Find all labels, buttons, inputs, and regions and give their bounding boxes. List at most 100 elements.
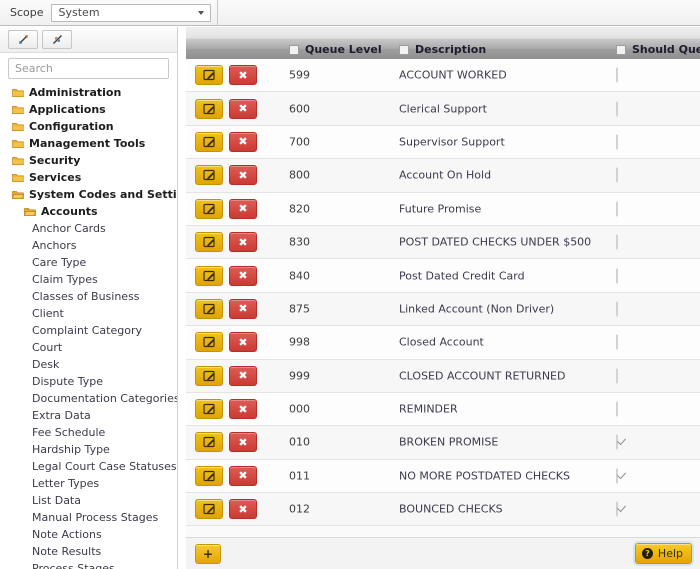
- edit-row-button[interactable]: [195, 499, 223, 519]
- expand-all-icon[interactable]: [8, 30, 38, 49]
- edit-row-button[interactable]: [195, 65, 223, 85]
- edit-row-button[interactable]: [195, 232, 223, 252]
- delete-row-button[interactable]: ✖: [229, 266, 257, 286]
- sidebar-item-complaint-category[interactable]: Complaint Category: [0, 322, 177, 339]
- help-button[interactable]: ? Help: [635, 543, 692, 564]
- sidebar-item-classes-of-business[interactable]: Classes of Business: [0, 288, 177, 305]
- delete-row-button[interactable]: ✖: [229, 165, 257, 185]
- table-row[interactable]: ✖999CLOSED ACCOUNT RETURNED: [186, 360, 700, 393]
- should-queue-checkbox[interactable]: [616, 101, 618, 116]
- should-queue-checkbox[interactable]: [616, 435, 618, 450]
- sidebar-item-administration[interactable]: Administration: [0, 84, 177, 101]
- should-queue-checkbox[interactable]: [616, 502, 618, 517]
- delete-x-icon: ✖: [238, 370, 247, 381]
- add-row-button[interactable]: +: [195, 544, 221, 564]
- should-queue-checkbox[interactable]: [616, 301, 618, 316]
- should-queue-checkbox[interactable]: [616, 335, 618, 350]
- sidebar-item-list-data[interactable]: List Data: [0, 492, 177, 509]
- table-row[interactable]: ✖830POST DATED CHECKS UNDER $500: [186, 226, 700, 259]
- sidebar-item-applications[interactable]: Applications: [0, 101, 177, 118]
- scope-dropdown[interactable]: System: [51, 4, 211, 22]
- select-all-checkbox-description[interactable]: [399, 45, 409, 55]
- edit-row-button[interactable]: [195, 399, 223, 419]
- edit-row-button[interactable]: [195, 99, 223, 119]
- search-input[interactable]: [8, 58, 169, 79]
- table-row[interactable]: ✖840Post Dated Credit Card: [186, 259, 700, 292]
- table-row[interactable]: ✖599ACCOUNT WORKED: [186, 59, 700, 92]
- sidebar-item-accounts[interactable]: Accounts: [0, 203, 177, 220]
- table-row[interactable]: ✖000REMINDER: [186, 393, 700, 426]
- delete-row-button[interactable]: ✖: [229, 366, 257, 386]
- column-header-description[interactable]: Description: [399, 39, 486, 60]
- sidebar-item-extra-data[interactable]: Extra Data: [0, 407, 177, 424]
- edit-row-button[interactable]: [195, 466, 223, 486]
- edit-row-button[interactable]: [195, 165, 223, 185]
- sidebar-item-note-results[interactable]: Note Results: [0, 543, 177, 560]
- edit-row-button[interactable]: [195, 132, 223, 152]
- table-row[interactable]: ✖998Closed Account: [186, 326, 700, 359]
- select-all-checkbox-should-queue[interactable]: [616, 45, 626, 55]
- delete-row-button[interactable]: ✖: [229, 132, 257, 152]
- should-queue-checkbox[interactable]: [616, 268, 618, 283]
- table-row[interactable]: ✖820Future Promise: [186, 193, 700, 226]
- sidebar-item-documentation-categories[interactable]: Documentation Categories: [0, 390, 177, 407]
- delete-row-button[interactable]: ✖: [229, 399, 257, 419]
- edit-row-button[interactable]: [195, 332, 223, 352]
- sidebar-item-services[interactable]: Services: [0, 169, 177, 186]
- sidebar-item-manual-process-stages[interactable]: Manual Process Stages: [0, 509, 177, 526]
- sidebar-item-claim-types[interactable]: Claim Types: [0, 271, 177, 288]
- sidebar-item-anchor-cards[interactable]: Anchor Cards: [0, 220, 177, 237]
- collapse-all-icon[interactable]: [42, 30, 72, 49]
- sidebar-item-process-stages[interactable]: Process Stages: [0, 560, 177, 569]
- sidebar-item-management-tools[interactable]: Management Tools: [0, 135, 177, 152]
- should-queue-checkbox[interactable]: [616, 402, 618, 417]
- delete-row-button[interactable]: ✖: [229, 232, 257, 252]
- table-row[interactable]: ✖700Supervisor Support: [186, 126, 700, 159]
- should-queue-checkbox[interactable]: [616, 168, 618, 183]
- delete-row-button[interactable]: ✖: [229, 332, 257, 352]
- sidebar-item-note-actions[interactable]: Note Actions: [0, 526, 177, 543]
- edit-row-button[interactable]: [195, 199, 223, 219]
- delete-row-button[interactable]: ✖: [229, 432, 257, 452]
- delete-row-button[interactable]: ✖: [229, 99, 257, 119]
- sidebar-item-hardship-type[interactable]: Hardship Type: [0, 441, 177, 458]
- delete-row-button[interactable]: ✖: [229, 299, 257, 319]
- column-header-should-queue[interactable]: Should Queue: [616, 39, 700, 60]
- table-row[interactable]: ✖012BOUNCED CHECKS: [186, 493, 700, 526]
- column-header-queue-level[interactable]: Queue Level: [289, 39, 382, 60]
- edit-row-button[interactable]: [195, 366, 223, 386]
- table-row[interactable]: ✖600Clerical Support: [186, 92, 700, 125]
- table-row[interactable]: ✖011NO MORE POSTDATED CHECKS: [186, 460, 700, 493]
- delete-row-button[interactable]: ✖: [229, 499, 257, 519]
- should-queue-checkbox[interactable]: [616, 201, 618, 216]
- delete-row-button[interactable]: ✖: [229, 466, 257, 486]
- sidebar-item-configuration[interactable]: Configuration: [0, 118, 177, 135]
- should-queue-checkbox[interactable]: [616, 235, 618, 250]
- delete-row-button[interactable]: ✖: [229, 65, 257, 85]
- sidebar-item-care-type[interactable]: Care Type: [0, 254, 177, 271]
- table-row[interactable]: ✖800Account On Hold: [186, 159, 700, 192]
- should-queue-checkbox[interactable]: [616, 468, 618, 483]
- sidebar-item-dispute-type[interactable]: Dispute Type: [0, 373, 177, 390]
- delete-x-icon: ✖: [238, 404, 247, 415]
- select-all-checkbox-queue-level[interactable]: [289, 45, 299, 55]
- sidebar-item-fee-schedule[interactable]: Fee Schedule: [0, 424, 177, 441]
- edit-row-button[interactable]: [195, 266, 223, 286]
- sidebar-item-client[interactable]: Client: [0, 305, 177, 322]
- sidebar-item-legal-court-case-statuses[interactable]: Legal Court Case Statuses: [0, 458, 177, 475]
- sidebar-item-system-codes-and-settings[interactable]: System Codes and Settings: [0, 186, 177, 203]
- table-row[interactable]: ✖010BROKEN PROMISE: [186, 426, 700, 459]
- sidebar-item-security[interactable]: Security: [0, 152, 177, 169]
- cell-description: BOUNCED CHECKS: [399, 503, 503, 516]
- sidebar-item-letter-types[interactable]: Letter Types: [0, 475, 177, 492]
- should-queue-checkbox[interactable]: [616, 134, 618, 149]
- edit-row-button[interactable]: [195, 432, 223, 452]
- edit-row-button[interactable]: [195, 299, 223, 319]
- sidebar-item-anchors[interactable]: Anchors: [0, 237, 177, 254]
- should-queue-checkbox[interactable]: [616, 368, 618, 383]
- table-row[interactable]: ✖875Linked Account (Non Driver): [186, 293, 700, 326]
- should-queue-checkbox[interactable]: [616, 68, 618, 83]
- sidebar-item-desk[interactable]: Desk: [0, 356, 177, 373]
- delete-row-button[interactable]: ✖: [229, 199, 257, 219]
- sidebar-item-court[interactable]: Court: [0, 339, 177, 356]
